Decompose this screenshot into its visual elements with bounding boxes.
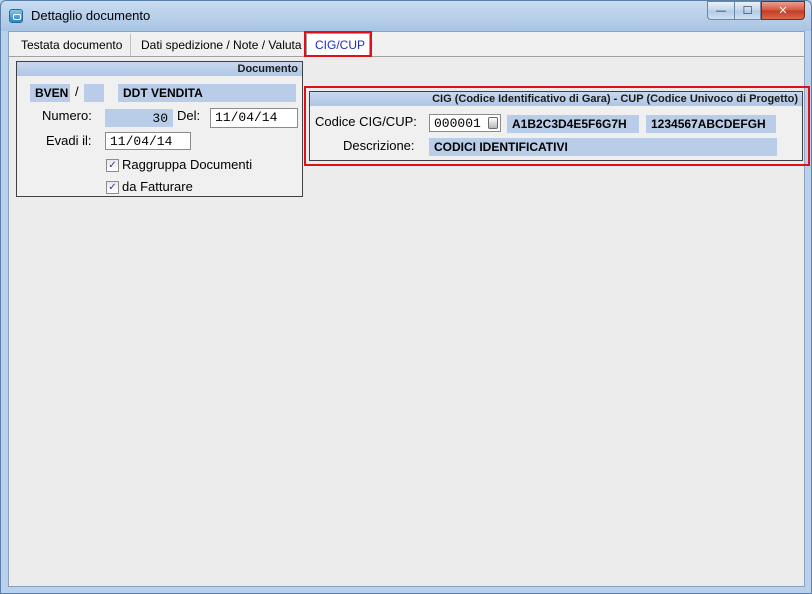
window-title: Dettaglio documento <box>31 8 151 23</box>
close-button[interactable]: ✕ <box>761 1 805 20</box>
descrizione-label: Descrizione: <box>343 138 415 153</box>
evadi-label: Evadi il: <box>46 133 92 148</box>
del-label: Del: <box>177 108 201 123</box>
data-evasione-field[interactable]: 11/04/14 <box>105 132 191 150</box>
documento-group: Documento BVEN / DDT VENDITA Numero: 30 … <box>16 61 303 197</box>
cig-field[interactable]: A1B2C3D4E5F6G7H <box>507 115 639 133</box>
app-icon <box>9 9 23 23</box>
data-documento-field[interactable]: 11/04/14 <box>210 108 298 128</box>
cig-cup-header: CIG (Codice Identificativo di Gara) - CU… <box>310 92 802 106</box>
tab-bar: Testata documento Dati spedizione / Note… <box>9 31 804 57</box>
lookup-icon[interactable] <box>488 117 498 129</box>
serie-field[interactable] <box>84 84 104 102</box>
tab-testata-documento[interactable]: Testata documento <box>13 34 132 56</box>
separator-label: / <box>75 84 79 99</box>
dettaglio-documento-window: Dettaglio documento — ☐ ✕ Testata docume… <box>0 0 812 594</box>
fatturare-label: da Fatturare <box>122 179 193 194</box>
tipo-documento-field[interactable]: DDT VENDITA <box>118 84 296 102</box>
minimize-button[interactable]: — <box>707 1 734 20</box>
codice-documento-field[interactable]: BVEN <box>30 84 70 102</box>
descrizione-field[interactable]: CODICI IDENTIFICATIVI <box>429 138 777 156</box>
client-area: Testata documento Dati spedizione / Note… <box>8 31 810 587</box>
documento-header: Documento <box>17 62 302 76</box>
raggruppa-label: Raggruppa Documenti <box>122 157 253 172</box>
maximize-button[interactable]: ☐ <box>734 1 761 20</box>
cup-field[interactable]: 1234567ABCDEFGH <box>646 115 776 133</box>
numero-label: Numero: <box>42 108 92 123</box>
codice-cig-cup-label: Codice CIG/CUP: <box>315 114 417 129</box>
numero-field[interactable]: 30 <box>105 109 173 127</box>
cig-cup-group: CIG (Codice Identificativo di Gara) - CU… <box>309 91 803 161</box>
tab-content: Documento BVEN / DDT VENDITA Numero: 30 … <box>9 58 810 586</box>
tab-dati-spedizione[interactable]: Dati spedizione / Note / Valuta <box>133 34 311 56</box>
tab-highlight-frame <box>304 31 372 57</box>
title-bar[interactable]: Dettaglio documento — ☐ ✕ <box>1 1 811 31</box>
fatturare-checkbox[interactable]: ✓ <box>106 181 119 194</box>
window-controls: — ☐ ✕ <box>707 1 805 20</box>
raggruppa-checkbox[interactable]: ✓ <box>106 159 119 172</box>
